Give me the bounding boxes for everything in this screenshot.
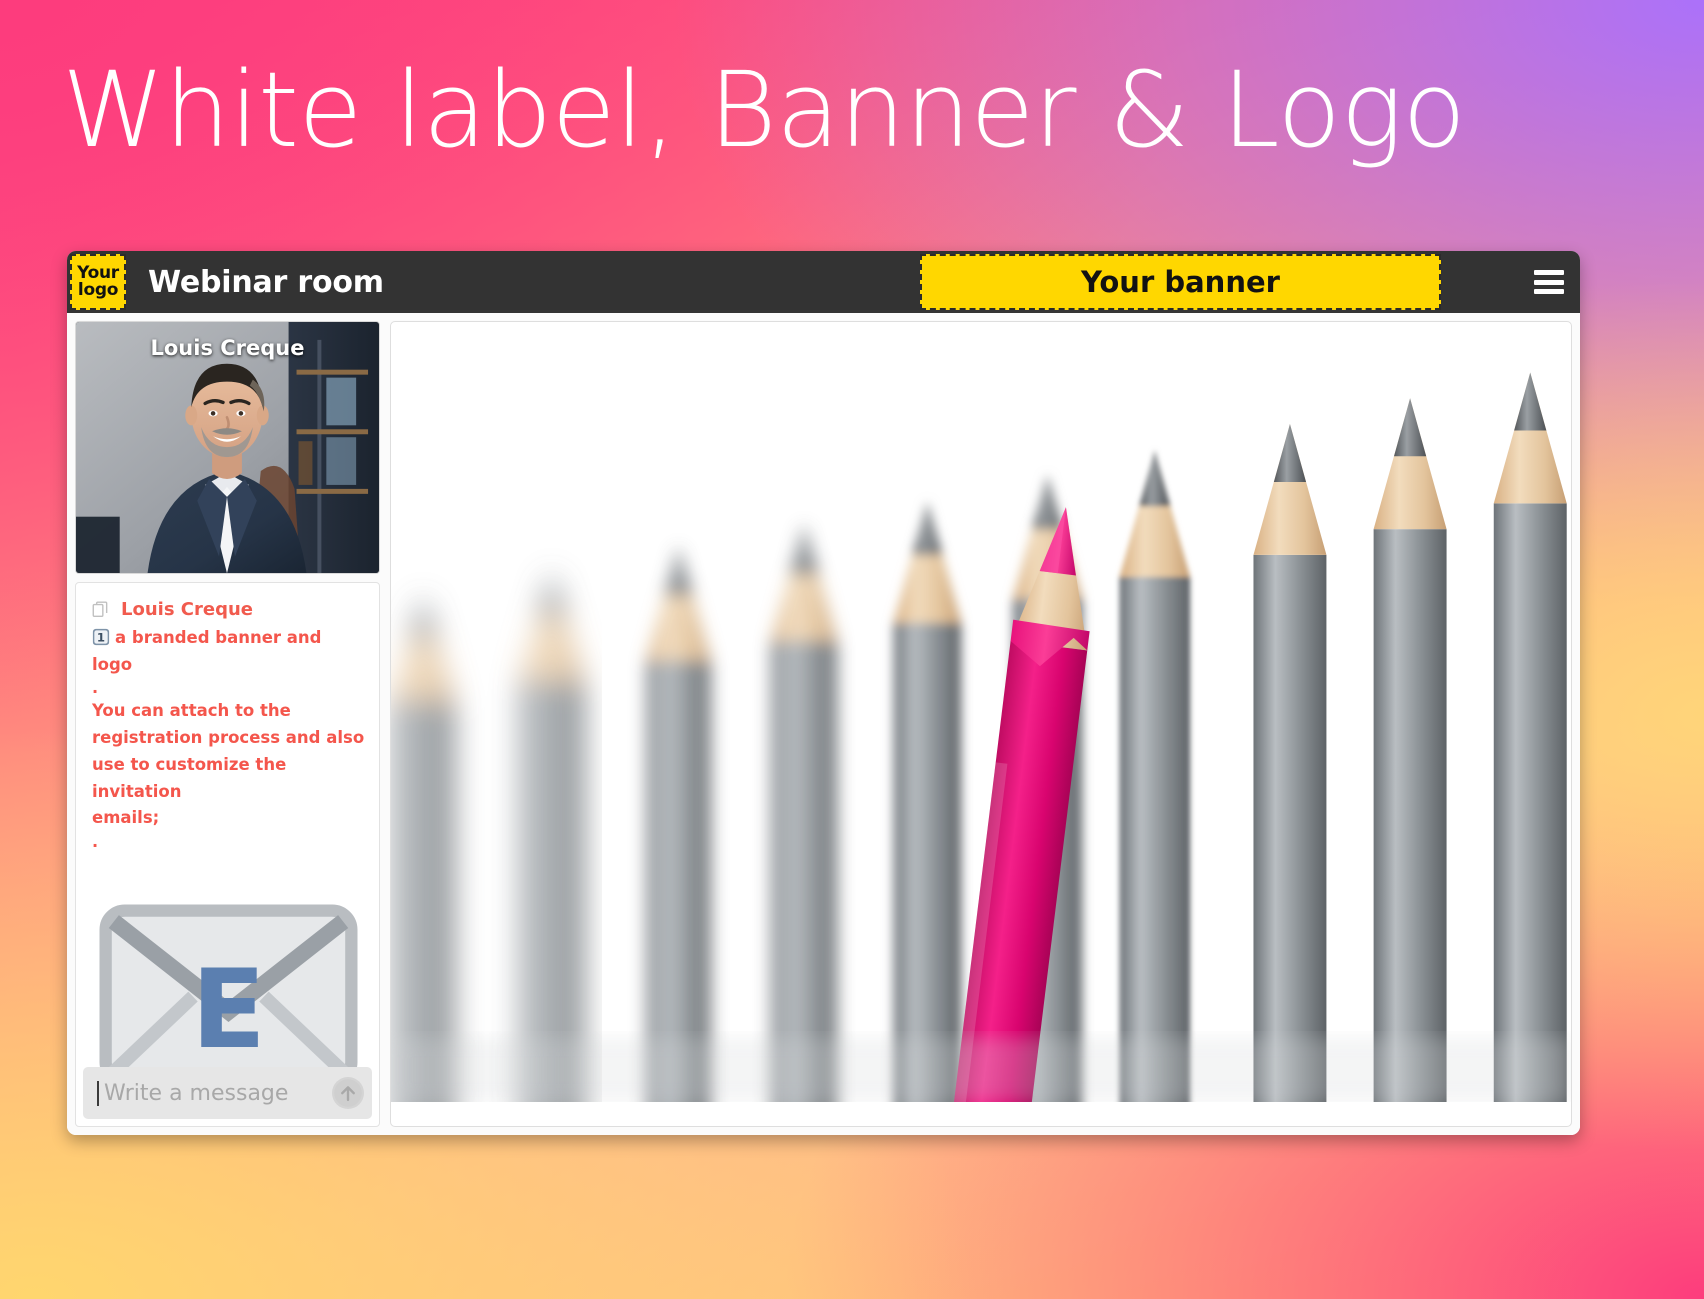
svg-text:E: E <box>191 946 266 1067</box>
chat-line-label: a branded banner and logo <box>92 628 322 674</box>
banner-label: Your banner <box>1081 265 1280 299</box>
chat-line-numbered: 1a branded banner and logo <box>92 625 365 678</box>
svg-text:1: 1 <box>97 631 105 645</box>
logo-line-2: logo <box>77 280 119 300</box>
chat-line-text: use to customize the invitation <box>92 754 287 801</box>
text-caret <box>97 1080 99 1106</box>
hamburger-menu-icon[interactable] <box>1534 270 1564 294</box>
chat-line-separator: . <box>92 832 99 852</box>
message-composer[interactable]: Write a message <box>83 1067 372 1119</box>
message-input[interactable]: Write a message <box>104 1081 332 1106</box>
left-column: Louis Creque Louis Creque 1a branded ban… <box>75 321 380 1127</box>
pencils-illustration <box>391 368 1571 1102</box>
app-body: Louis Creque Louis Creque 1a branded ban… <box>67 313 1580 1135</box>
menu-bar-2 <box>1534 279 1564 285</box>
chat-message-body: 1a branded banner and logo. You can attac… <box>92 625 365 1067</box>
room-title: Webinar room <box>148 264 384 300</box>
chat-line-separator: . <box>92 678 99 698</box>
presentation-stage[interactable] <box>390 321 1572 1127</box>
speaker-name-label: Louis Creque <box>150 336 305 360</box>
webinar-app-window: Your logo Webinar room Your banner Louis… <box>67 251 1580 1135</box>
menu-bar-3 <box>1534 289 1564 294</box>
chat-messages-scroll[interactable]: Louis Creque 1a branded banner and logo.… <box>76 583 379 1067</box>
arrow-up-circle-icon <box>334 1079 362 1107</box>
pencils-slide <box>391 368 1571 1102</box>
copy-pages-icon <box>92 601 108 617</box>
logo-placeholder[interactable]: Your logo <box>70 254 126 310</box>
menu-bar-1 <box>1534 270 1564 275</box>
chat-line-emoji-row: EEE <box>92 856 365 1067</box>
page-root: White label, Banner & Logo Your logo Web… <box>0 0 1704 1299</box>
app-topbar: Your logo Webinar room Your banner <box>67 251 1580 313</box>
banner-placeholder[interactable]: Your banner <box>920 254 1441 310</box>
page-title: White label, Banner & Logo <box>62 49 1466 171</box>
chat-line-text: registration process and also <box>92 728 365 748</box>
chat-message-header: Louis Creque <box>92 599 365 620</box>
chat-message-author: Louis Creque <box>121 599 254 620</box>
keycap-one-icon: 1 <box>92 628 110 646</box>
chat-line-text: emails; <box>92 808 160 828</box>
chat-line-text: You can attach to the <box>92 701 291 721</box>
chat-panel: Louis Creque 1a branded banner and logo.… <box>75 582 380 1127</box>
send-message-button[interactable] <box>332 1077 364 1109</box>
speaker-video-tile[interactable]: Louis Creque <box>75 321 380 574</box>
